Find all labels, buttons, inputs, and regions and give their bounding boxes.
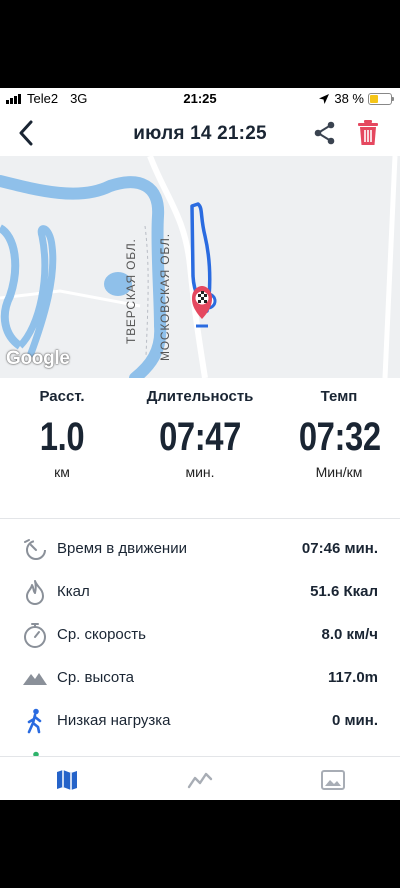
detail-row-avg-speed: Ср. скорость 8.0 км/ч (0, 614, 400, 656)
stat-value: 07:47 (159, 415, 241, 459)
page-title: июля 14 21:25 (133, 123, 267, 144)
detail-label: Ср. скорость (57, 626, 146, 643)
detail-value: 117.0m (327, 669, 378, 686)
nav-bar: июля 14 21:25 (0, 110, 400, 156)
detail-row-calories: Ккал 51.6 Ккал (0, 571, 400, 613)
walking-person-icon (27, 708, 42, 734)
mountain-icon (23, 673, 47, 685)
detail-row-low-load: Низкая нагрузка 0 мин. (0, 700, 400, 742)
summary-stats: Расст. 1.0 км Длительность 07:47 мин. Те… (0, 388, 400, 518)
tab-bar (0, 756, 400, 800)
detail-label: Низкая нагрузка (57, 712, 171, 729)
route-map[interactable]: ТВЕРСКАЯ ОБЛ. МОСКОВСКАЯ ОБЛ. Google (0, 156, 400, 378)
speedometer-icon (24, 623, 46, 648)
map-canvas (0, 156, 398, 378)
status-bar: Tele2 3G 21:25 38 % (0, 88, 400, 110)
stat-label: Длительность (146, 388, 254, 405)
google-logo: Google (6, 348, 70, 369)
detail-label: Время в движении (57, 540, 187, 557)
activity-screen: Tele2 3G 21:25 38 % июля 14 21:25 ТВЕРСК… (0, 88, 400, 800)
detail-value: 07:46 мин. (301, 540, 378, 557)
stat-unit: км (54, 464, 70, 480)
location-arrow-icon (319, 93, 330, 104)
stat-value: 1.0 (39, 415, 85, 459)
detail-value: 8.0 км/ч (321, 626, 379, 643)
detail-value: 51.6 Ккал (310, 583, 378, 600)
stat-pace: Темп 07:32 Мин/км (290, 388, 388, 480)
stat-value: 07:32 (298, 415, 381, 459)
map-label-tver: ТВЕРСКАЯ ОБЛ. (124, 238, 138, 344)
detail-row-moving-time: Время в движении 07:46 мин. (0, 528, 400, 570)
photo-icon[interactable] (320, 767, 346, 793)
stat-unit: мин. (185, 464, 215, 480)
trash-icon[interactable] (356, 119, 380, 147)
detail-value: 0 мин. (331, 712, 378, 729)
stat-distance: Расст. 1.0 км (18, 388, 106, 480)
chart-icon[interactable] (187, 767, 213, 793)
detail-row-avg-altitude: Ср. высота 117.0m (0, 657, 400, 699)
share-icon[interactable] (312, 120, 338, 146)
battery-icon (368, 92, 394, 105)
detail-label: Ср. высота (57, 669, 134, 686)
map-icon[interactable] (54, 767, 80, 793)
stopwatch-moving-icon (24, 539, 46, 560)
section-divider (0, 518, 400, 519)
battery-percent: 38 % (334, 91, 364, 106)
stat-label: Темп (320, 388, 358, 405)
detail-label: Ккал (57, 583, 90, 600)
stat-label: Расст. (39, 388, 85, 405)
map-label-moscow: МОСКОВСКАЯ ОБЛ. (158, 233, 172, 361)
flame-icon (26, 580, 44, 605)
stat-duration: Длительность 07:47 мин. (130, 388, 270, 480)
stat-unit: Мин/км (315, 464, 363, 480)
